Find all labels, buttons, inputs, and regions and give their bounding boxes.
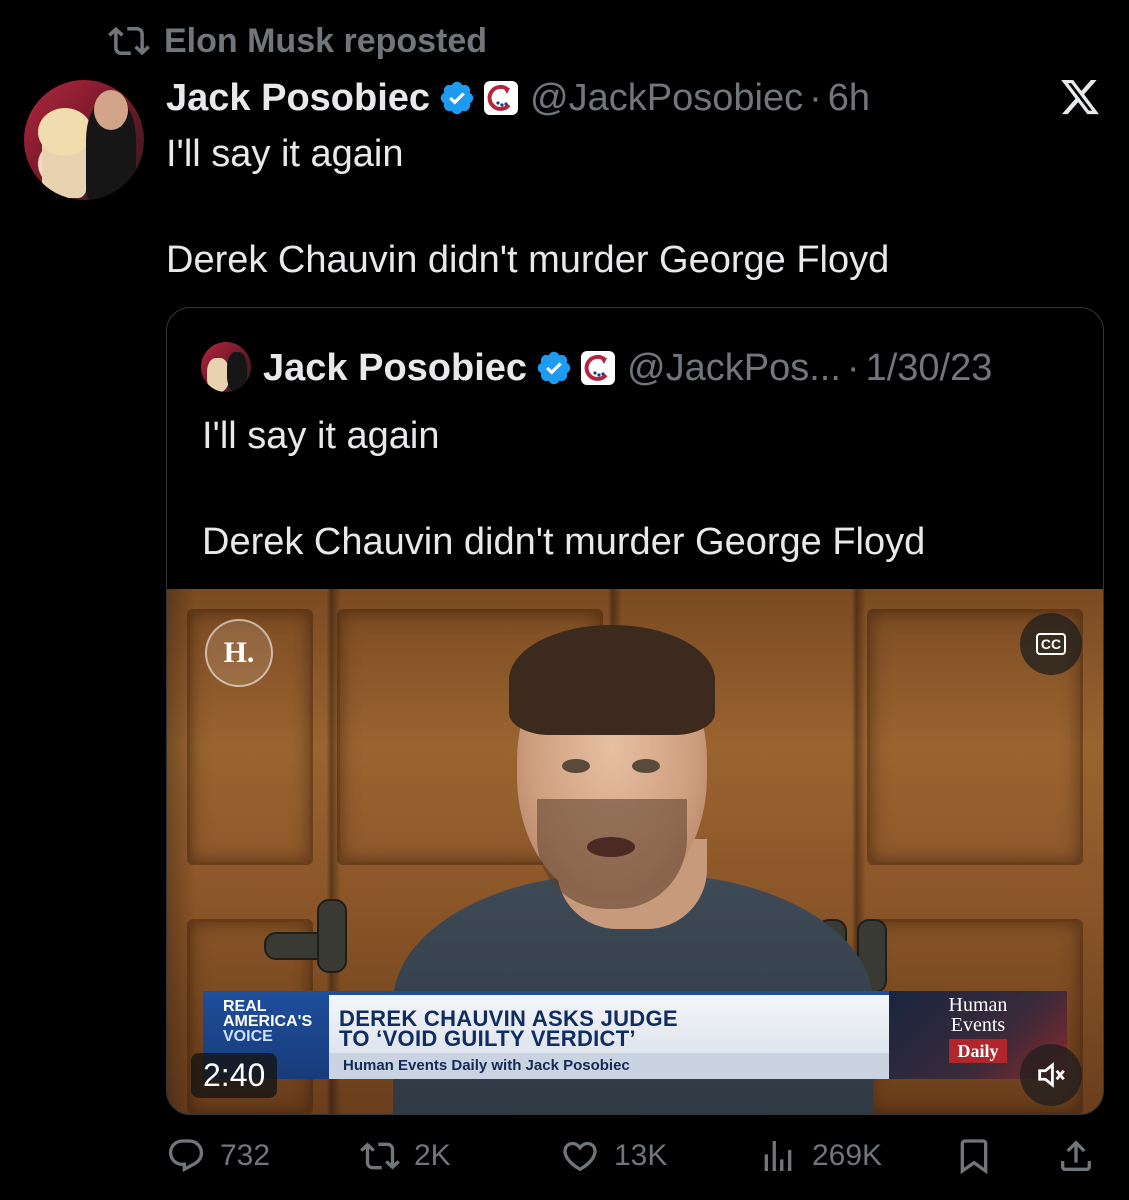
- channel-logo-text: H.: [223, 636, 255, 669]
- like-button[interactable]: 13K: [560, 1136, 667, 1176]
- post-text-line: Derek Chauvin didn't murder George Floyd: [166, 239, 890, 281]
- captions-button[interactable]: CC: [1020, 613, 1082, 675]
- repost-icon: [108, 26, 150, 56]
- repost-icon: [360, 1142, 400, 1170]
- author-avatar[interactable]: [24, 80, 144, 200]
- quoted-author-handle[interactable]: @JackPos...: [627, 347, 841, 390]
- separator: ·: [846, 346, 860, 389]
- bookmark-icon: [960, 1139, 988, 1175]
- repost-label: Elon Musk reposted: [164, 21, 488, 60]
- affiliate-badge-icon[interactable]: [581, 351, 616, 385]
- share-icon: [1061, 1140, 1091, 1171]
- show-logo-line: Human: [948, 994, 1008, 1016]
- verified-badge-icon[interactable]: [535, 349, 573, 387]
- heart-icon: [563, 1141, 597, 1172]
- network-line: AMERICA'S: [223, 1013, 313, 1030]
- reply-count: 732: [220, 1139, 271, 1172]
- separator: ·: [809, 76, 822, 119]
- post-text: I'll say it again Derek Chauvin didn't m…: [166, 128, 889, 286]
- headline-line: TO ‘VOID GUILTY VERDICT’: [339, 1026, 636, 1051]
- show-logo-line: Daily: [949, 1039, 1007, 1063]
- post-text-line: I'll say it again: [166, 133, 404, 175]
- repost-context[interactable]: Elon Musk reposted: [108, 20, 487, 62]
- views-icon: [764, 1141, 792, 1171]
- show-logo-line: Events: [950, 1014, 1006, 1036]
- post-time[interactable]: 6h: [828, 77, 870, 120]
- x-logo-icon: [1061, 79, 1099, 115]
- affiliate-badge-icon[interactable]: [484, 81, 519, 115]
- news-lower-third: REAL AMERICA'S VOICE DEREK CHAUVIN ASKS …: [203, 991, 1069, 1081]
- quoted-text-line: Derek Chauvin didn't murder George Floyd: [202, 521, 926, 563]
- video-duration: 2:40: [191, 1053, 278, 1098]
- show-subline: Human Events Daily with Jack Posobiec: [329, 1053, 889, 1079]
- post-header: Jack Posobiec @JackPosobiec · 6h: [166, 72, 870, 124]
- video-player[interactable]: H. CC REAL AMERICA'S VOICE DEREK CHAUVIN…: [167, 589, 1103, 1114]
- author-name[interactable]: Jack Posobiec: [166, 77, 430, 120]
- quoted-author-avatar[interactable]: [201, 342, 251, 392]
- channel-logo: H.: [205, 619, 273, 687]
- bookmark-button[interactable]: [954, 1136, 994, 1176]
- network-line: REAL: [223, 998, 267, 1015]
- mute-icon: [1038, 1062, 1065, 1088]
- repost-count: 2K: [414, 1139, 451, 1172]
- network-line: VOICE: [223, 1028, 273, 1045]
- reply-icon: [168, 1139, 204, 1173]
- closed-captions-icon: CC: [1035, 633, 1067, 655]
- mute-button[interactable]: [1020, 1044, 1082, 1106]
- post-view: Elon Musk reposted Jack Posobiec @JackPo…: [0, 0, 1129, 1200]
- quoted-post[interactable]: Jack Posobiec @JackPos... · 1/30/23 I'll…: [166, 307, 1104, 1115]
- repost-button[interactable]: 2K: [360, 1136, 451, 1176]
- headline: DEREK CHAUVIN ASKS JUDGE TO ‘VOID GUILTY…: [329, 991, 889, 1053]
- quoted-post-date[interactable]: 1/30/23: [866, 347, 993, 390]
- quoted-author-name[interactable]: Jack Posobiec: [263, 347, 527, 390]
- like-count: 13K: [614, 1139, 668, 1172]
- views-button[interactable]: 269K: [758, 1136, 882, 1176]
- quoted-text-line: I'll say it again: [202, 415, 440, 457]
- author-handle[interactable]: @JackPosobiec: [530, 77, 803, 120]
- action-bar: 732 2K 13K 269K: [0, 1136, 1129, 1186]
- verified-badge-icon[interactable]: [438, 79, 476, 117]
- views-count: 269K: [812, 1139, 883, 1172]
- share-button[interactable]: [1056, 1136, 1096, 1176]
- quoted-post-text: I'll say it again Derek Chauvin didn't m…: [202, 410, 925, 568]
- reply-button[interactable]: 732: [166, 1136, 270, 1176]
- quoted-post-header: Jack Posobiec @JackPos... · 1/30/23: [263, 344, 992, 392]
